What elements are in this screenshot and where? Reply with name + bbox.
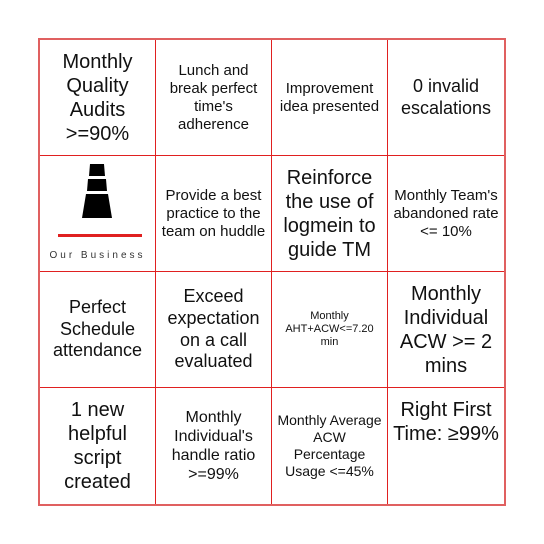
free-space-logo: Our Business [40, 156, 156, 272]
bingo-cell[interactable]: Monthly Quality Audits >=90% [40, 40, 156, 156]
bingo-grid: Monthly Quality Audits >=90% Lunch and b… [40, 40, 504, 504]
bingo-cell[interactable]: Perfect Schedule attendance [40, 272, 156, 388]
bingo-card: Monthly Quality Audits >=90% Lunch and b… [38, 38, 506, 506]
bingo-cell[interactable]: Monthly Individual ACW >= 2 mins [388, 272, 504, 388]
bingo-cell[interactable]: Monthly Team's abandoned rate <= 10% [388, 156, 504, 272]
logo-text: Our Business [49, 250, 146, 261]
bingo-cell[interactable]: Lunch and break perfect time's adherence [156, 40, 272, 156]
bingo-cell[interactable]: 0 invalid escalations [388, 40, 504, 156]
bingo-cell[interactable]: Improvement idea presented [272, 40, 388, 156]
cone-icon [57, 164, 142, 237]
bingo-cell[interactable]: Right First Time: ≥99% [388, 388, 504, 504]
bingo-cell[interactable]: Exceed expectation on a call evaluated [156, 272, 272, 388]
bingo-cell[interactable]: Monthly AHT+ACW<=7.20 min [272, 272, 388, 388]
bingo-cell[interactable]: Monthly Average ACW Percentage Usage <=4… [272, 388, 388, 504]
bingo-cell[interactable]: Provide a best practice to the team on h… [156, 156, 272, 272]
bingo-cell[interactable]: 1 new helpful script created [40, 388, 156, 504]
bingo-cell[interactable]: Monthly Individual's handle ratio >=99% [156, 388, 272, 504]
bingo-cell[interactable]: Reinforce the use of logmein to guide TM [272, 156, 388, 272]
